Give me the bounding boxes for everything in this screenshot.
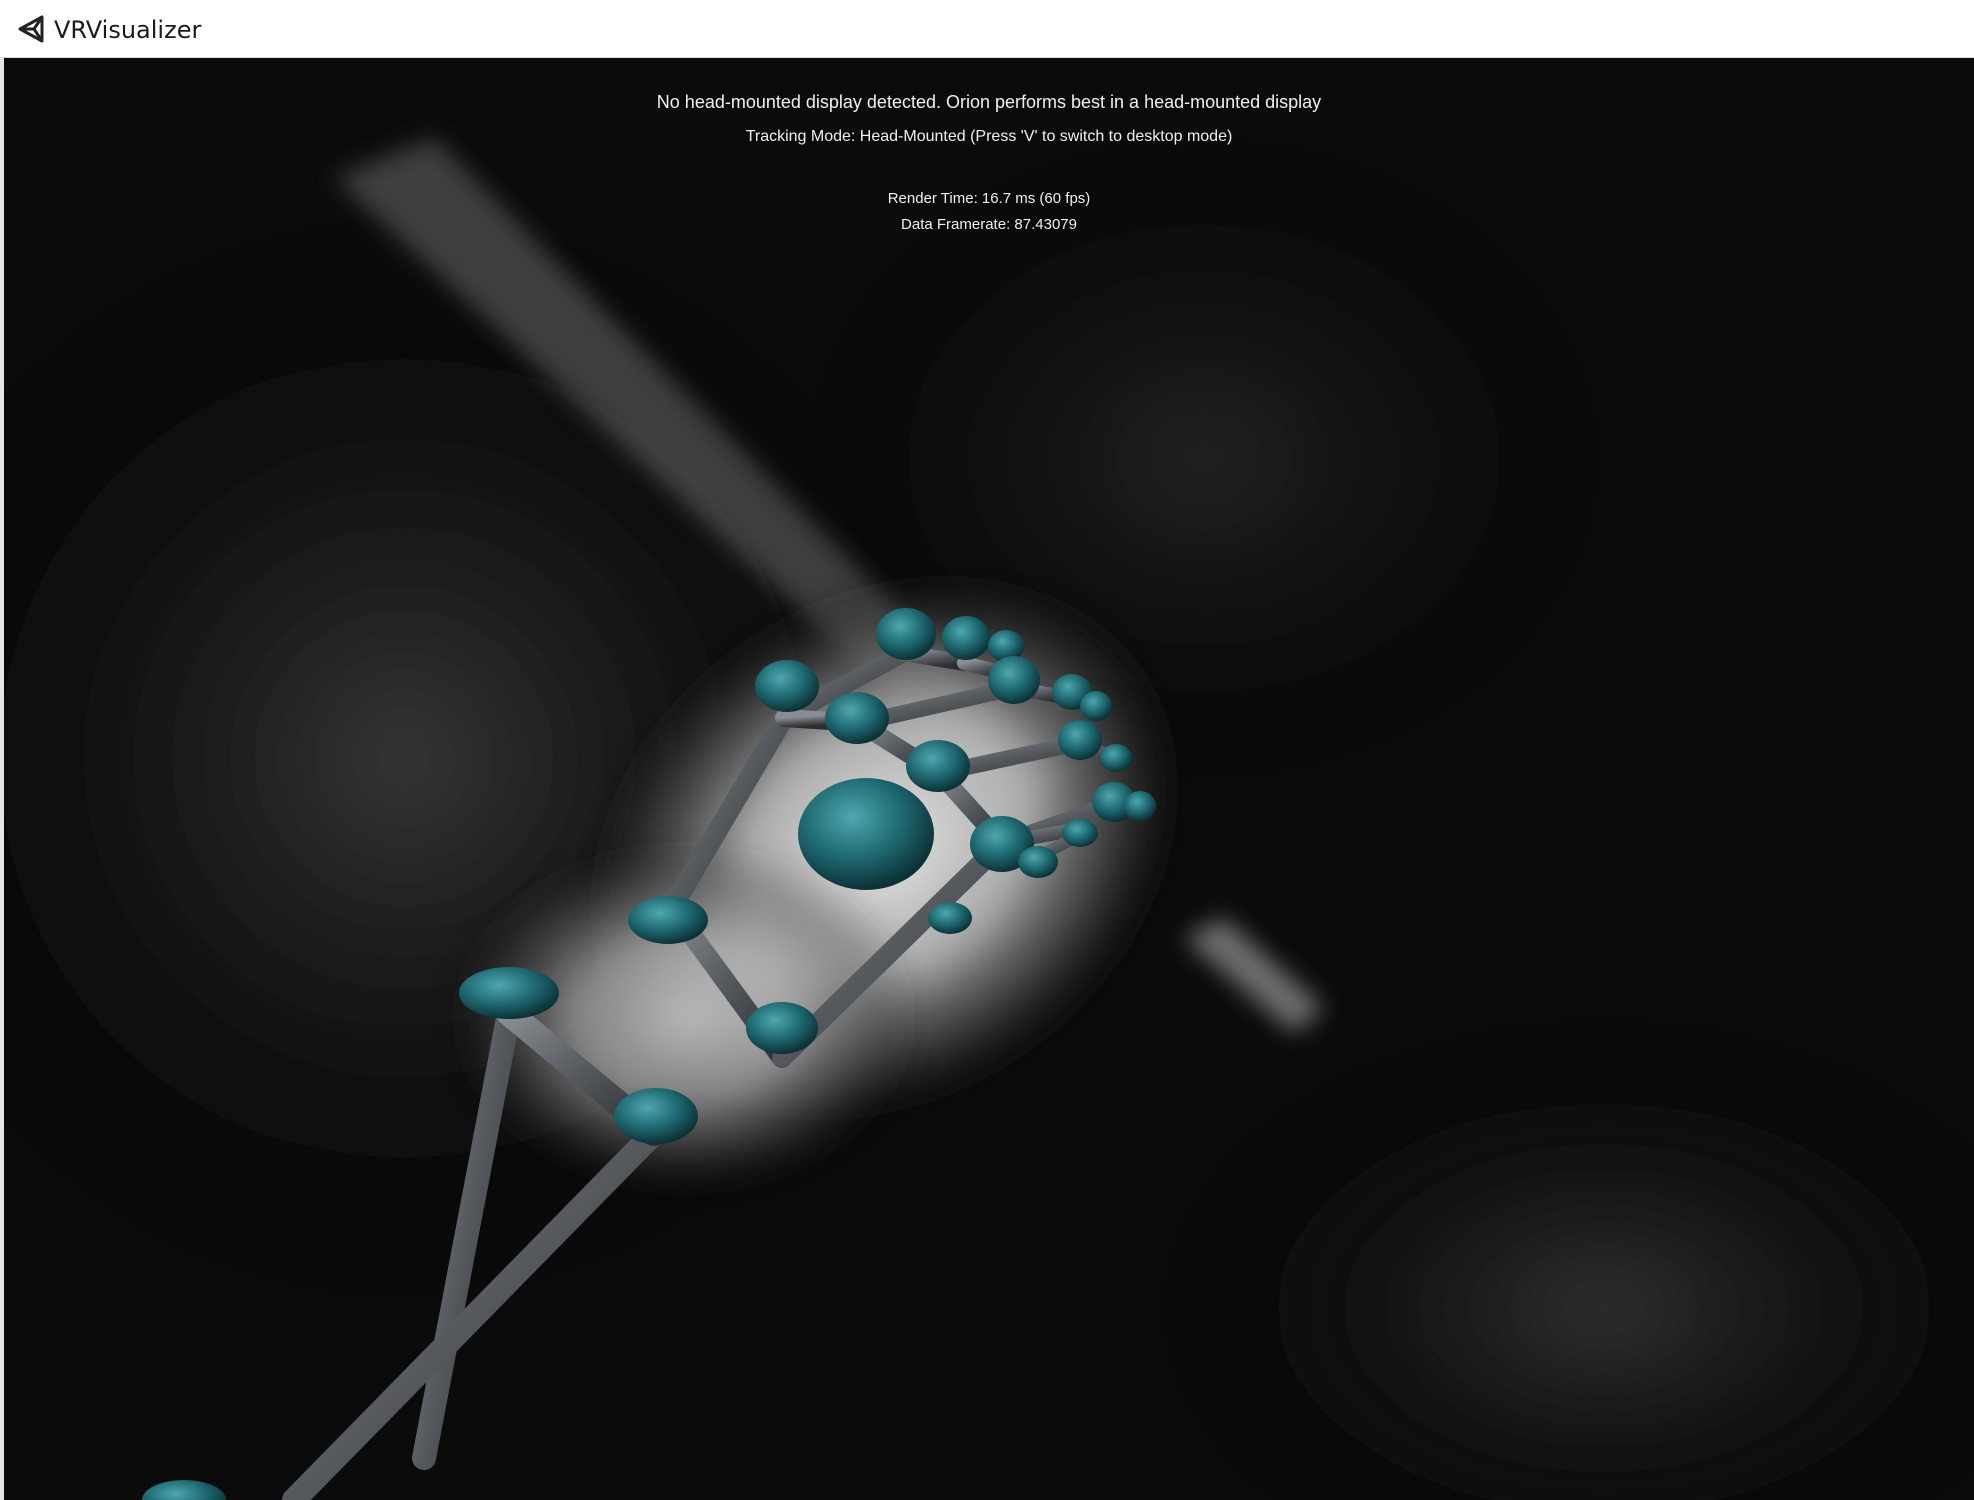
hmd-warning-text: No head-mounted display detected. Orion … <box>656 92 1322 112</box>
title-bar[interactable]: VRVisualizer <box>0 0 1974 58</box>
tracking-mode-text: Tracking Mode: Head-Mounted (Press 'V' t… <box>745 128 1233 145</box>
scene-viewport[interactable]: No head-mounted display detected. Orion … <box>4 58 1974 1500</box>
window-title: VRVisualizer <box>54 16 202 44</box>
render-time-text: Render Time: 16.7 ms (60 fps) <box>887 190 1091 207</box>
camera-feed <box>4 58 1974 1500</box>
app-window: VRVisualizer No head-mounted display det… <box>0 0 1974 1500</box>
unity-logo-icon <box>18 15 44 43</box>
data-framerate-text: Data Framerate: 87.43079 <box>901 216 1077 233</box>
